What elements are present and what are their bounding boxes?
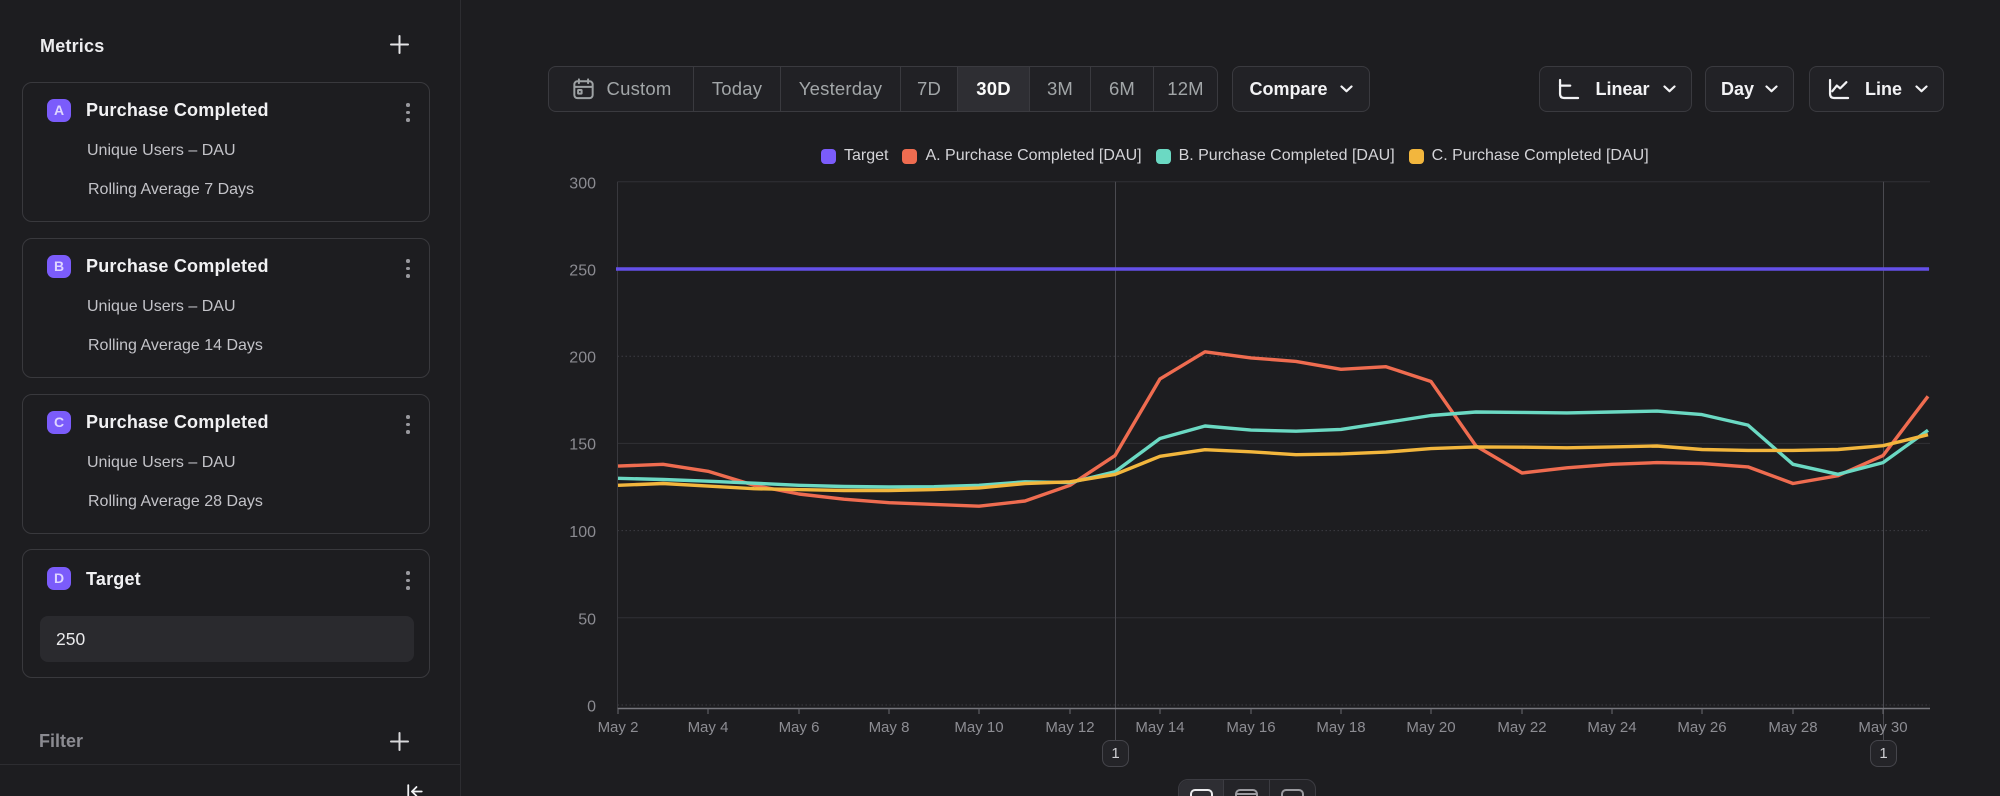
svg-text:May 26: May 26: [1677, 719, 1726, 736]
svg-text:250: 250: [569, 263, 596, 280]
svg-text:May 2: May 2: [598, 719, 639, 736]
svg-text:May 18: May 18: [1316, 719, 1365, 736]
svg-text:0: 0: [587, 699, 596, 716]
svg-text:300: 300: [569, 176, 596, 193]
svg-text:May 4: May 4: [688, 719, 729, 736]
svg-text:150: 150: [569, 437, 596, 454]
svg-text:May 6: May 6: [779, 719, 820, 736]
svg-text:May 10: May 10: [954, 719, 1003, 736]
svg-text:100: 100: [569, 524, 596, 541]
svg-text:May 30: May 30: [1858, 719, 1907, 736]
svg-text:May 24: May 24: [1587, 719, 1636, 736]
svg-text:May 28: May 28: [1768, 719, 1817, 736]
svg-text:200: 200: [569, 350, 596, 367]
svg-text:May 16: May 16: [1226, 719, 1275, 736]
svg-text:May 12: May 12: [1045, 719, 1094, 736]
svg-text:May 22: May 22: [1497, 719, 1546, 736]
svg-text:50: 50: [578, 612, 596, 629]
svg-text:May 20: May 20: [1406, 719, 1455, 736]
svg-text:May 8: May 8: [869, 719, 910, 736]
svg-text:May 14: May 14: [1135, 719, 1184, 736]
